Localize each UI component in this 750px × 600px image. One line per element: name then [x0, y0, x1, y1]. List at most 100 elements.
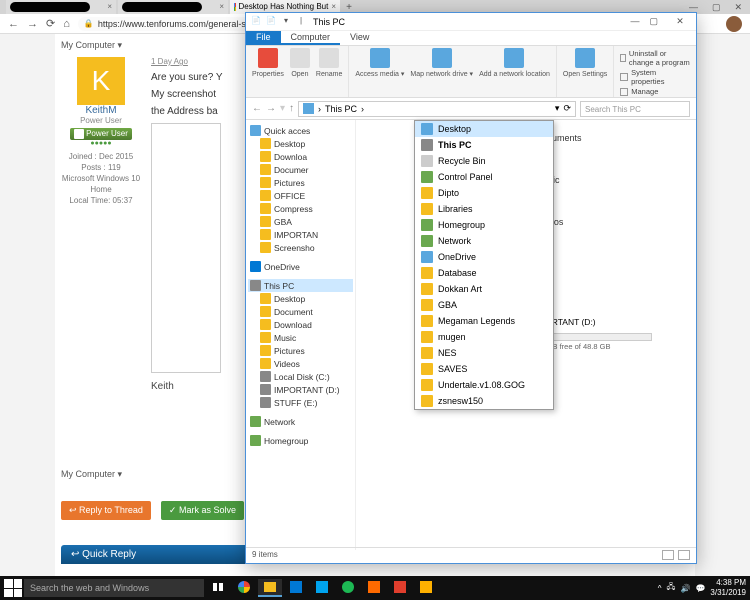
tree-item[interactable]: Local Disk (C:) [248, 370, 353, 383]
tree-item[interactable]: Compress [248, 202, 353, 215]
taskbar-app[interactable] [414, 579, 438, 597]
dropdown-item[interactable]: Dokkan Art [415, 281, 553, 297]
open-button[interactable]: Open [290, 48, 310, 79]
close-icon[interactable]: × [107, 0, 112, 14]
new-tab-button[interactable]: + [342, 2, 356, 13]
browser-tab[interactable]: × [6, 0, 116, 14]
qat-icon[interactable]: 📄 [250, 16, 262, 28]
start-button[interactable] [4, 579, 22, 597]
reply-button[interactable]: ↩ Reply to Thread [61, 501, 151, 520]
tree-item[interactable]: Desktop [248, 137, 353, 150]
tree-item-homegroup[interactable]: Homegroup [248, 434, 353, 447]
reload-button[interactable]: ⟳ [46, 17, 55, 30]
history-dropdown[interactable]: ▾ [280, 103, 285, 114]
forward-button[interactable]: → [266, 103, 276, 114]
back-button[interactable]: ← [252, 103, 262, 114]
tree-item[interactable]: Download [248, 318, 353, 331]
minimize-button[interactable]: — [630, 16, 639, 27]
uninstall-link[interactable]: Uninstall or change a program [620, 49, 690, 67]
tree-item[interactable]: IMPORTANT (D:) [248, 383, 353, 396]
window-titlebar[interactable]: 📄 📄 ▾ | This PC — ▢ ✕ [246, 13, 696, 31]
back-button[interactable]: ← [8, 18, 19, 30]
add-location-button[interactable]: Add a network location [479, 48, 550, 79]
tree-item[interactable]: Pictures [248, 344, 353, 357]
maximize-button[interactable]: ▢ [649, 16, 658, 27]
map-drive-button[interactable]: Map network drive ▾ [410, 48, 473, 79]
tree-item[interactable]: Music [248, 331, 353, 344]
manage-link[interactable]: Manage [620, 87, 690, 96]
home-button[interactable]: ⌂ [63, 18, 70, 30]
tree-item-network[interactable]: Network [248, 415, 353, 428]
tree-item[interactable]: Screensho [248, 241, 353, 254]
maximize-button[interactable]: ▢ [712, 2, 721, 13]
view-tab[interactable]: View [340, 31, 379, 45]
dropdown-item[interactable]: Database [415, 265, 553, 281]
taskbar-search[interactable]: Search the web and Windows [24, 579, 204, 597]
user-avatar[interactable]: K [77, 57, 125, 105]
tree-item[interactable]: Downloa [248, 150, 353, 163]
dropdown-item[interactable]: Libraries [415, 201, 553, 217]
close-button[interactable]: ✕ [668, 16, 692, 27]
tree-item[interactable]: STUFF (E:) [248, 396, 353, 409]
notifications-icon[interactable]: 💬 [695, 584, 705, 593]
dropdown-item[interactable]: Desktop [415, 121, 553, 137]
minimize-button[interactable]: — [689, 2, 698, 13]
dropdown-icon[interactable]: ▾ [555, 103, 560, 114]
network-icon[interactable]: 🖧 [667, 581, 676, 595]
task-view-button[interactable] [206, 579, 230, 597]
dropdown-item[interactable]: Control Panel [415, 169, 553, 185]
search-input[interactable]: Search This PC [580, 101, 690, 117]
details-view-button[interactable] [662, 550, 674, 560]
volume-icon[interactable]: 🔊 [680, 584, 690, 593]
open-settings-button[interactable]: Open Settings [563, 48, 607, 79]
close-icon[interactable]: × [219, 0, 224, 14]
dropdown-item[interactable]: GBA [415, 297, 553, 313]
dropdown-item[interactable]: Homegroup [415, 217, 553, 233]
dropdown-item[interactable]: NES [415, 345, 553, 361]
dropdown-item[interactable]: zsnesw150 [415, 393, 553, 409]
tray-expand-icon[interactable]: ^ [658, 584, 662, 593]
username-link[interactable]: KeithM [61, 105, 141, 116]
dropdown-item[interactable]: mugen [415, 329, 553, 345]
tree-item[interactable]: Document [248, 305, 353, 318]
qat-icon[interactable]: 📄 [265, 16, 277, 28]
icons-view-button[interactable] [678, 550, 690, 560]
tree-item-onedrive[interactable]: OneDrive [248, 260, 353, 273]
breadcrumb[interactable]: My Computer ▾ [61, 40, 122, 51]
attached-screenshot[interactable] [151, 123, 221, 373]
file-tab[interactable]: File [246, 31, 281, 45]
tree-item[interactable]: Pictures [248, 176, 353, 189]
browser-tab[interactable]: × [118, 0, 228, 14]
profile-avatar[interactable] [726, 16, 742, 32]
taskbar-app[interactable] [310, 579, 334, 597]
chevron-right-icon[interactable]: › [318, 104, 321, 114]
dropdown-item[interactable]: Undertale.v1.08.GOG [415, 377, 553, 393]
taskbar-app[interactable] [362, 579, 386, 597]
forward-button[interactable]: → [27, 18, 38, 30]
computer-tab[interactable]: Computer [281, 31, 341, 45]
close-button[interactable]: ✕ [734, 2, 742, 13]
breadcrumb-bar[interactable]: › This PC › ▾ ⟳ [298, 101, 576, 117]
taskbar-app[interactable] [232, 579, 256, 597]
dropdown-item[interactable]: Dipto [415, 185, 553, 201]
tree-item[interactable]: OFFICE [248, 189, 353, 202]
taskbar-app[interactable] [388, 579, 412, 597]
dropdown-item[interactable]: This PC [415, 137, 553, 153]
breadcrumb[interactable]: My Computer ▾ [61, 469, 122, 480]
tree-item-this-pc[interactable]: This PC [248, 279, 353, 292]
access-media-button[interactable]: Access media ▾ [355, 48, 404, 79]
properties-button[interactable]: Properties [252, 48, 284, 79]
taskbar-app[interactable] [336, 579, 360, 597]
dropdown-item[interactable]: Network [415, 233, 553, 249]
breadcrumb-item[interactable]: This PC [325, 104, 357, 114]
tree-item-quick-access[interactable]: Quick acces [248, 124, 353, 137]
tree-item[interactable]: GBA [248, 215, 353, 228]
taskbar-app[interactable] [258, 579, 282, 597]
tree-item[interactable]: Desktop [248, 292, 353, 305]
tree-item[interactable]: Documer [248, 163, 353, 176]
dropdown-item[interactable]: Megaman Legends [415, 313, 553, 329]
chevron-right-icon[interactable]: › [361, 104, 364, 114]
system-clock[interactable]: 4:38 PM3/31/2019 [710, 578, 746, 598]
dropdown-item[interactable]: Recycle Bin [415, 153, 553, 169]
taskbar-app[interactable] [284, 579, 308, 597]
